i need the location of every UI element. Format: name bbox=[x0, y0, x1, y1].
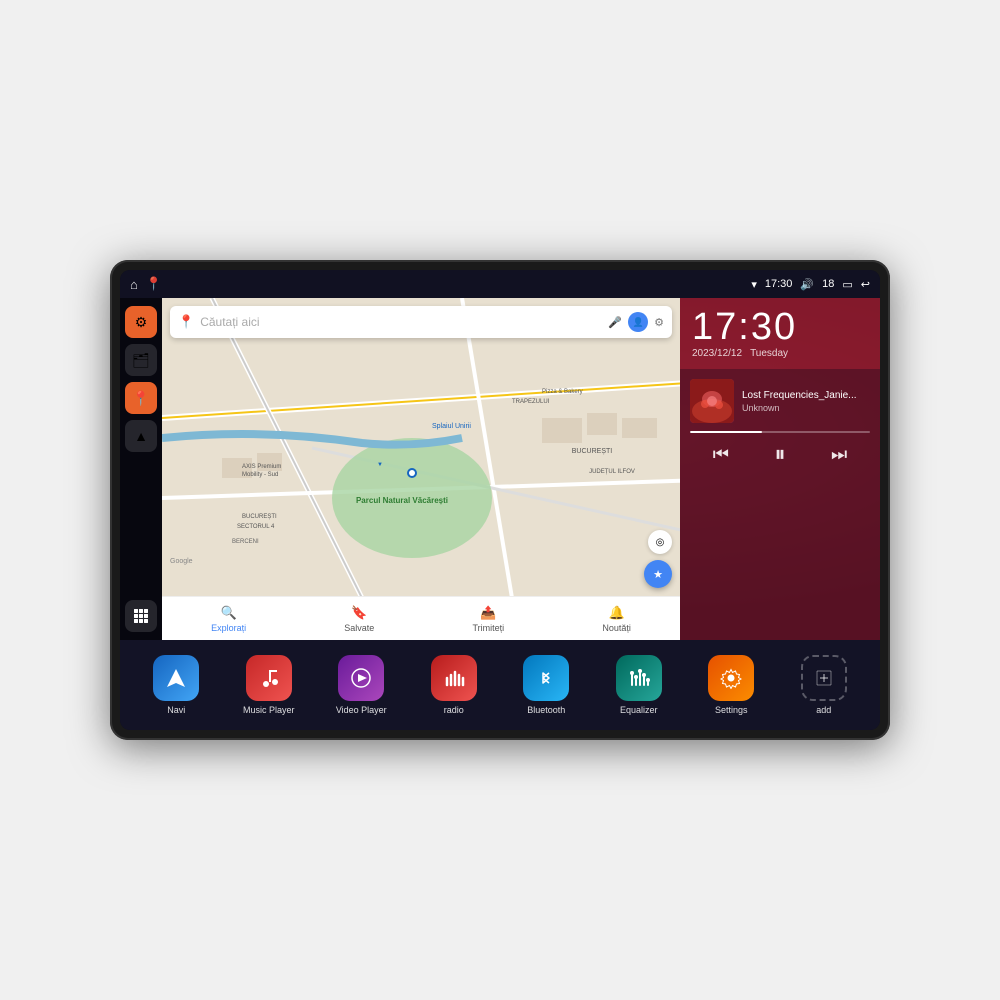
app-settings[interactable]: Settings bbox=[696, 655, 766, 715]
svg-text:BUCUREȘTI: BUCUREȘTI bbox=[242, 514, 277, 520]
svg-text:▼: ▼ bbox=[377, 462, 383, 468]
map-visual: Parcul Natural Văcărești BUCUREȘTI JUDEȚ… bbox=[162, 298, 680, 596]
main-content: ⚙ 🗂 📍 ▲ bbox=[120, 298, 880, 640]
music-player-label: Music Player bbox=[243, 705, 295, 715]
explore-label: Explorați bbox=[211, 623, 246, 633]
map-settings-icon[interactable]: ⚙ bbox=[654, 316, 664, 329]
map-compass[interactable]: ◎ bbox=[648, 530, 672, 554]
news-label: Noutăți bbox=[602, 623, 631, 633]
next-track-button[interactable]: ⏭ bbox=[831, 444, 847, 465]
home-icon[interactable]: ⌂ bbox=[130, 277, 138, 292]
device-frame: ⌂ 📍 ▾ 17:30 🔊 18 ▭ ↩ bbox=[110, 260, 890, 740]
svg-text:TRAPEZULUI: TRAPEZULUI bbox=[512, 399, 550, 405]
map-search-text: Căutați aici bbox=[200, 315, 602, 329]
svg-text:JUDEȚUL ILFOV: JUDEȚUL ILFOV bbox=[589, 469, 635, 475]
clock-date: 2023/12/12 bbox=[692, 348, 742, 359]
sidebar-files-btn[interactable]: 🗂 bbox=[125, 344, 157, 376]
bluetooth-label: Bluetooth bbox=[527, 705, 565, 715]
svg-text:Pizza & Bakery: Pizza & Bakery bbox=[542, 389, 583, 395]
sidebar-apps-btn[interactable] bbox=[125, 600, 157, 632]
app-bluetooth[interactable]: Bluetooth bbox=[511, 655, 581, 715]
map-searchbar[interactable]: 📍 Căutați aici 🎤 👤 ⚙ bbox=[170, 306, 672, 338]
clock-day: Tuesday bbox=[750, 348, 788, 359]
settings-icon bbox=[708, 655, 754, 701]
music-metadata: Lost Frequencies_Janie... Unknown bbox=[742, 390, 870, 413]
pause-button[interactable]: ⏸ bbox=[774, 441, 785, 467]
radio-icon bbox=[431, 655, 477, 701]
music-controls: ⏮ ⏸ ⏭ bbox=[690, 441, 870, 467]
music-artist: Unknown bbox=[742, 403, 870, 413]
map-fab-button[interactable]: ★ bbox=[644, 560, 672, 588]
sidebar-nav-btn[interactable]: ▲ bbox=[125, 420, 157, 452]
right-panel: 17:30 2023/12/12 Tuesday bbox=[680, 298, 880, 640]
battery-level: 18 bbox=[822, 278, 834, 290]
equalizer-label: Equalizer bbox=[620, 705, 658, 715]
explore-icon: 🔍 bbox=[221, 605, 237, 621]
clock-widget: 17:30 2023/12/12 Tuesday bbox=[680, 298, 880, 369]
radio-label: radio bbox=[444, 705, 464, 715]
map-bottom-tabs: 🔍 Explorați 🔖 Salvate 📤 Trimiteți 🔔 Nout… bbox=[162, 596, 680, 640]
svg-text:BUCUREȘTI: BUCUREȘTI bbox=[572, 448, 613, 455]
maps-status-icon[interactable]: 📍 bbox=[146, 276, 162, 292]
app-music-player[interactable]: Music Player bbox=[234, 655, 304, 715]
app-video-player[interactable]: Video Player bbox=[326, 655, 396, 715]
map-tab-news[interactable]: 🔔 Noutăți bbox=[602, 605, 631, 633]
saved-label: Salvate bbox=[344, 623, 374, 633]
music-progress-bar[interactable] bbox=[690, 431, 870, 433]
svg-text:AXIS Premium: AXIS Premium bbox=[242, 464, 281, 470]
saved-icon: 🔖 bbox=[351, 605, 367, 621]
status-bar: ⌂ 📍 ▾ 17:30 🔊 18 ▭ ↩ bbox=[120, 270, 880, 298]
left-sidebar: ⚙ 🗂 📍 ▲ bbox=[120, 298, 162, 640]
center-map-area: Parcul Natural Văcărești BUCUREȘTI JUDEȚ… bbox=[162, 298, 680, 640]
prev-track-button[interactable]: ⏮ bbox=[713, 444, 729, 465]
video-player-icon bbox=[338, 655, 384, 701]
add-label: add bbox=[816, 705, 831, 715]
google-maps-icon: 📍 bbox=[178, 314, 194, 330]
svg-text:Mobility - Sud: Mobility - Sud bbox=[242, 472, 278, 478]
map-tab-saved[interactable]: 🔖 Salvate bbox=[344, 605, 374, 633]
music-info: Lost Frequencies_Janie... Unknown bbox=[690, 379, 870, 423]
app-dock: Navi Music Player bbox=[120, 640, 880, 730]
status-time: 17:30 bbox=[765, 278, 793, 290]
app-radio[interactable]: radio bbox=[419, 655, 489, 715]
map-tab-send[interactable]: 📤 Trimiteți bbox=[473, 605, 505, 633]
add-icon bbox=[801, 655, 847, 701]
svg-text:SECTORUL 4: SECTORUL 4 bbox=[237, 524, 275, 530]
wifi-icon: ▾ bbox=[751, 278, 757, 291]
navi-icon bbox=[153, 655, 199, 701]
battery-icon: ▭ bbox=[842, 278, 852, 291]
svg-text:Splaiul Unirii: Splaiul Unirii bbox=[432, 423, 471, 430]
mic-icon[interactable]: 🎤 bbox=[608, 316, 622, 329]
device-screen: ⌂ 📍 ▾ 17:30 🔊 18 ▭ ↩ bbox=[120, 270, 880, 730]
map-tab-explore[interactable]: 🔍 Explorați bbox=[211, 605, 246, 633]
sidebar-maps-btn[interactable]: 📍 bbox=[125, 382, 157, 414]
video-player-label: Video Player bbox=[336, 705, 387, 715]
clock-display: 17:30 bbox=[692, 308, 868, 346]
album-art bbox=[690, 379, 734, 423]
music-player-icon bbox=[246, 655, 292, 701]
svg-text:BERCENI: BERCENI bbox=[232, 539, 259, 545]
send-label: Trimiteți bbox=[473, 623, 505, 633]
send-icon: 📤 bbox=[480, 605, 496, 621]
music-title: Lost Frequencies_Janie... bbox=[742, 390, 870, 401]
app-add[interactable]: add bbox=[789, 655, 859, 715]
music-widget: Lost Frequencies_Janie... Unknown ⏮ ⏸ ⏭ bbox=[680, 369, 880, 640]
svg-text:Parcul Natural Văcărești: Parcul Natural Văcărești bbox=[356, 496, 448, 505]
user-avatar[interactable]: 👤 bbox=[628, 312, 648, 332]
navi-label: Navi bbox=[167, 705, 185, 715]
app-navi[interactable]: Navi bbox=[141, 655, 211, 715]
app-equalizer[interactable]: Equalizer bbox=[604, 655, 674, 715]
sidebar-settings-btn[interactable]: ⚙ bbox=[125, 306, 157, 338]
map-container[interactable]: Parcul Natural Văcărești BUCUREȘTI JUDEȚ… bbox=[162, 298, 680, 596]
back-icon[interactable]: ↩ bbox=[861, 278, 870, 291]
settings-label: Settings bbox=[715, 705, 748, 715]
svg-text:Google: Google bbox=[170, 558, 193, 565]
music-progress-fill bbox=[690, 431, 762, 433]
equalizer-icon bbox=[616, 655, 662, 701]
volume-icon: 🔊 bbox=[800, 278, 814, 291]
bluetooth-icon bbox=[523, 655, 569, 701]
news-icon: 🔔 bbox=[609, 605, 625, 621]
